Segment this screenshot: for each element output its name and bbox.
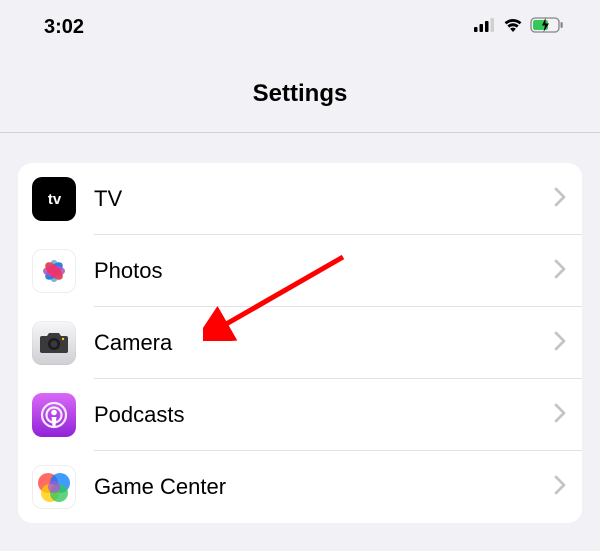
photos-app-icon — [32, 249, 76, 293]
header-divider — [0, 132, 600, 133]
settings-row-podcasts[interactable]: Podcasts — [18, 379, 582, 451]
status-time: 3:02 — [44, 16, 84, 39]
row-label: Game Center — [94, 474, 554, 500]
settings-row-camera[interactable]: Camera — [18, 307, 582, 379]
page-title: Settings — [0, 80, 600, 108]
nav-header: Settings — [0, 48, 600, 132]
tv-app-icon: tv — [32, 177, 76, 221]
chevron-right-icon — [554, 259, 566, 284]
chevron-right-icon — [554, 331, 566, 356]
row-label: TV — [94, 186, 554, 212]
podcasts-app-icon — [32, 393, 76, 437]
status-icons — [474, 17, 564, 38]
wifi-icon — [502, 17, 524, 38]
settings-row-tv[interactable]: tv TV — [18, 163, 582, 235]
row-label: Podcasts — [94, 402, 554, 428]
chevron-right-icon — [554, 403, 566, 428]
settings-list: tv TV Photos — [18, 163, 582, 523]
settings-row-photos[interactable]: Photos — [18, 235, 582, 307]
battery-charging-icon — [530, 17, 564, 38]
row-label: Camera — [94, 330, 554, 356]
row-label: Photos — [94, 258, 554, 284]
status-bar: 3:02 — [0, 0, 600, 48]
settings-row-gamecenter[interactable]: Game Center — [18, 451, 582, 523]
cellular-signal-icon — [474, 18, 496, 37]
chevron-right-icon — [554, 187, 566, 212]
gamecenter-app-icon — [32, 465, 76, 509]
camera-app-icon — [32, 321, 76, 365]
chevron-right-icon — [554, 475, 566, 500]
